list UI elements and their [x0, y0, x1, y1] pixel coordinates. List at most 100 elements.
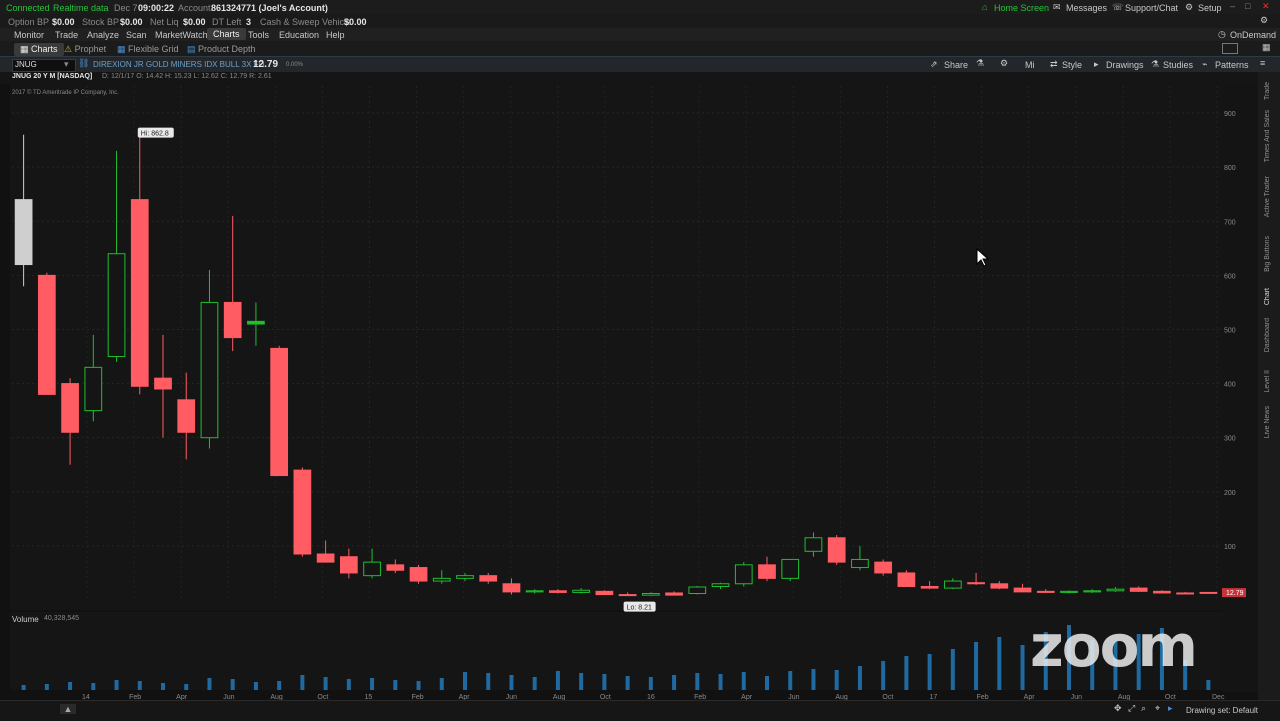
- pan-icon[interactable]: ✥: [1114, 703, 1122, 714]
- volume-bar: [695, 673, 700, 690]
- volume-bar: [161, 683, 165, 690]
- volume-bar: [184, 684, 189, 690]
- candle-body: [595, 590, 614, 596]
- volume-bar: [788, 671, 793, 690]
- candle-body: [665, 592, 683, 596]
- candle-body: [1106, 588, 1125, 592]
- candle-body: [270, 347, 289, 477]
- volume-bar: [834, 670, 839, 690]
- y-tick-label: 600: [1224, 273, 1236, 280]
- candle-body: [827, 537, 846, 563]
- candle-body: [339, 556, 358, 574]
- expand-up-icon[interactable]: ▲: [60, 704, 76, 714]
- candle-body: [223, 301, 242, 339]
- crosshair-icon[interactable]: ⌖: [1155, 703, 1160, 714]
- candle-body: [479, 575, 498, 582]
- candle-body: [61, 383, 79, 433]
- volume-bar: [904, 656, 909, 690]
- candle-body: [920, 585, 939, 589]
- lo-label: Lo: 8.21: [627, 605, 652, 612]
- candle-body: [37, 274, 56, 395]
- candle-body: [688, 586, 707, 595]
- candle-body: [1199, 591, 1218, 594]
- volume-bar: [393, 680, 398, 690]
- volume-bar: [416, 681, 421, 690]
- candle-body: [1036, 590, 1055, 593]
- volume-bar: [277, 681, 282, 690]
- candle-body: [247, 320, 265, 325]
- volume-bar: [253, 682, 258, 690]
- zoom-fit-icon[interactable]: ⤢: [1128, 703, 1135, 714]
- volume-bar: [648, 677, 653, 690]
- candle-body: [1129, 587, 1148, 592]
- volume-bar: [974, 642, 979, 690]
- magnifier-icon[interactable]: ⌕: [1141, 703, 1146, 714]
- candle-body: [1153, 590, 1171, 594]
- hi-label: Hi: 862.8: [141, 131, 169, 138]
- candle-body: [990, 583, 1009, 589]
- volume-bar: [21, 685, 26, 690]
- volume-bar: [555, 671, 560, 690]
- volume-bar: [300, 675, 305, 690]
- y-tick-label: 900: [1224, 111, 1236, 118]
- volume-bar: [68, 682, 73, 690]
- volume-bar: [625, 676, 630, 690]
- candle-body: [1083, 590, 1102, 593]
- y-tick-label: 200: [1224, 490, 1236, 497]
- candle-body: [363, 561, 381, 577]
- volume-bar: [602, 674, 607, 690]
- candle-body: [432, 577, 451, 582]
- volume-bar: [997, 637, 1002, 690]
- y-tick-label: 400: [1224, 382, 1236, 389]
- candle-body: [618, 594, 637, 597]
- candle-body: [758, 564, 776, 579]
- bottom-bar: ▲ ✥ ⤢ ⌕ ⌖ ▸ Drawing set: Default: [0, 700, 1280, 721]
- candle-body: [14, 199, 33, 266]
- candle-body: [734, 564, 753, 585]
- volume-bar: [741, 672, 746, 690]
- volume-bar: [207, 678, 212, 690]
- candle-body: [154, 377, 172, 390]
- volume-bar: [323, 677, 328, 690]
- candle-body: [456, 575, 474, 579]
- volume-bar: [950, 649, 955, 690]
- volume-bar: [509, 675, 514, 690]
- y-tick-label: 700: [1224, 219, 1236, 226]
- last-price-label: 12.79: [1226, 590, 1244, 597]
- volume-bar: [811, 669, 816, 690]
- candle-body: [781, 558, 800, 579]
- candle-body: [107, 253, 126, 358]
- volume-bar: [114, 680, 119, 690]
- volume-bar: [137, 681, 142, 690]
- candle-body: [711, 583, 730, 587]
- candle-body: [177, 399, 196, 433]
- candle-body: [967, 582, 985, 585]
- candle-body: [293, 469, 312, 555]
- candle-body: [641, 593, 660, 596]
- volume-bar: [44, 684, 49, 690]
- candle-body: [386, 564, 405, 571]
- drawing-set-label: Drawing set: Default: [1186, 706, 1259, 715]
- cursor-tool-icon[interactable]: ▸: [1168, 703, 1173, 714]
- mouse-cursor-icon: [976, 248, 990, 267]
- volume-bar: [672, 675, 677, 690]
- volume-bar: [230, 679, 235, 690]
- volume-bar: [1206, 680, 1211, 690]
- candle-body: [804, 537, 823, 552]
- candle-body: [549, 590, 567, 593]
- volume-bar: [881, 661, 886, 690]
- volume-bar: [439, 678, 444, 690]
- candle-body: [572, 589, 591, 593]
- y-tick-label: 800: [1224, 165, 1236, 172]
- y-tick-label: 500: [1224, 327, 1236, 334]
- candle-body: [130, 199, 149, 387]
- volume-bar: [579, 673, 584, 690]
- candle-body: [851, 558, 869, 569]
- candle-body: [897, 572, 916, 587]
- volume-bar: [463, 672, 467, 690]
- volume-bar: [765, 676, 769, 690]
- volume-bar: [718, 674, 723, 690]
- volume-bar: [927, 654, 932, 690]
- candle-body: [200, 301, 219, 439]
- candle-body: [409, 567, 428, 582]
